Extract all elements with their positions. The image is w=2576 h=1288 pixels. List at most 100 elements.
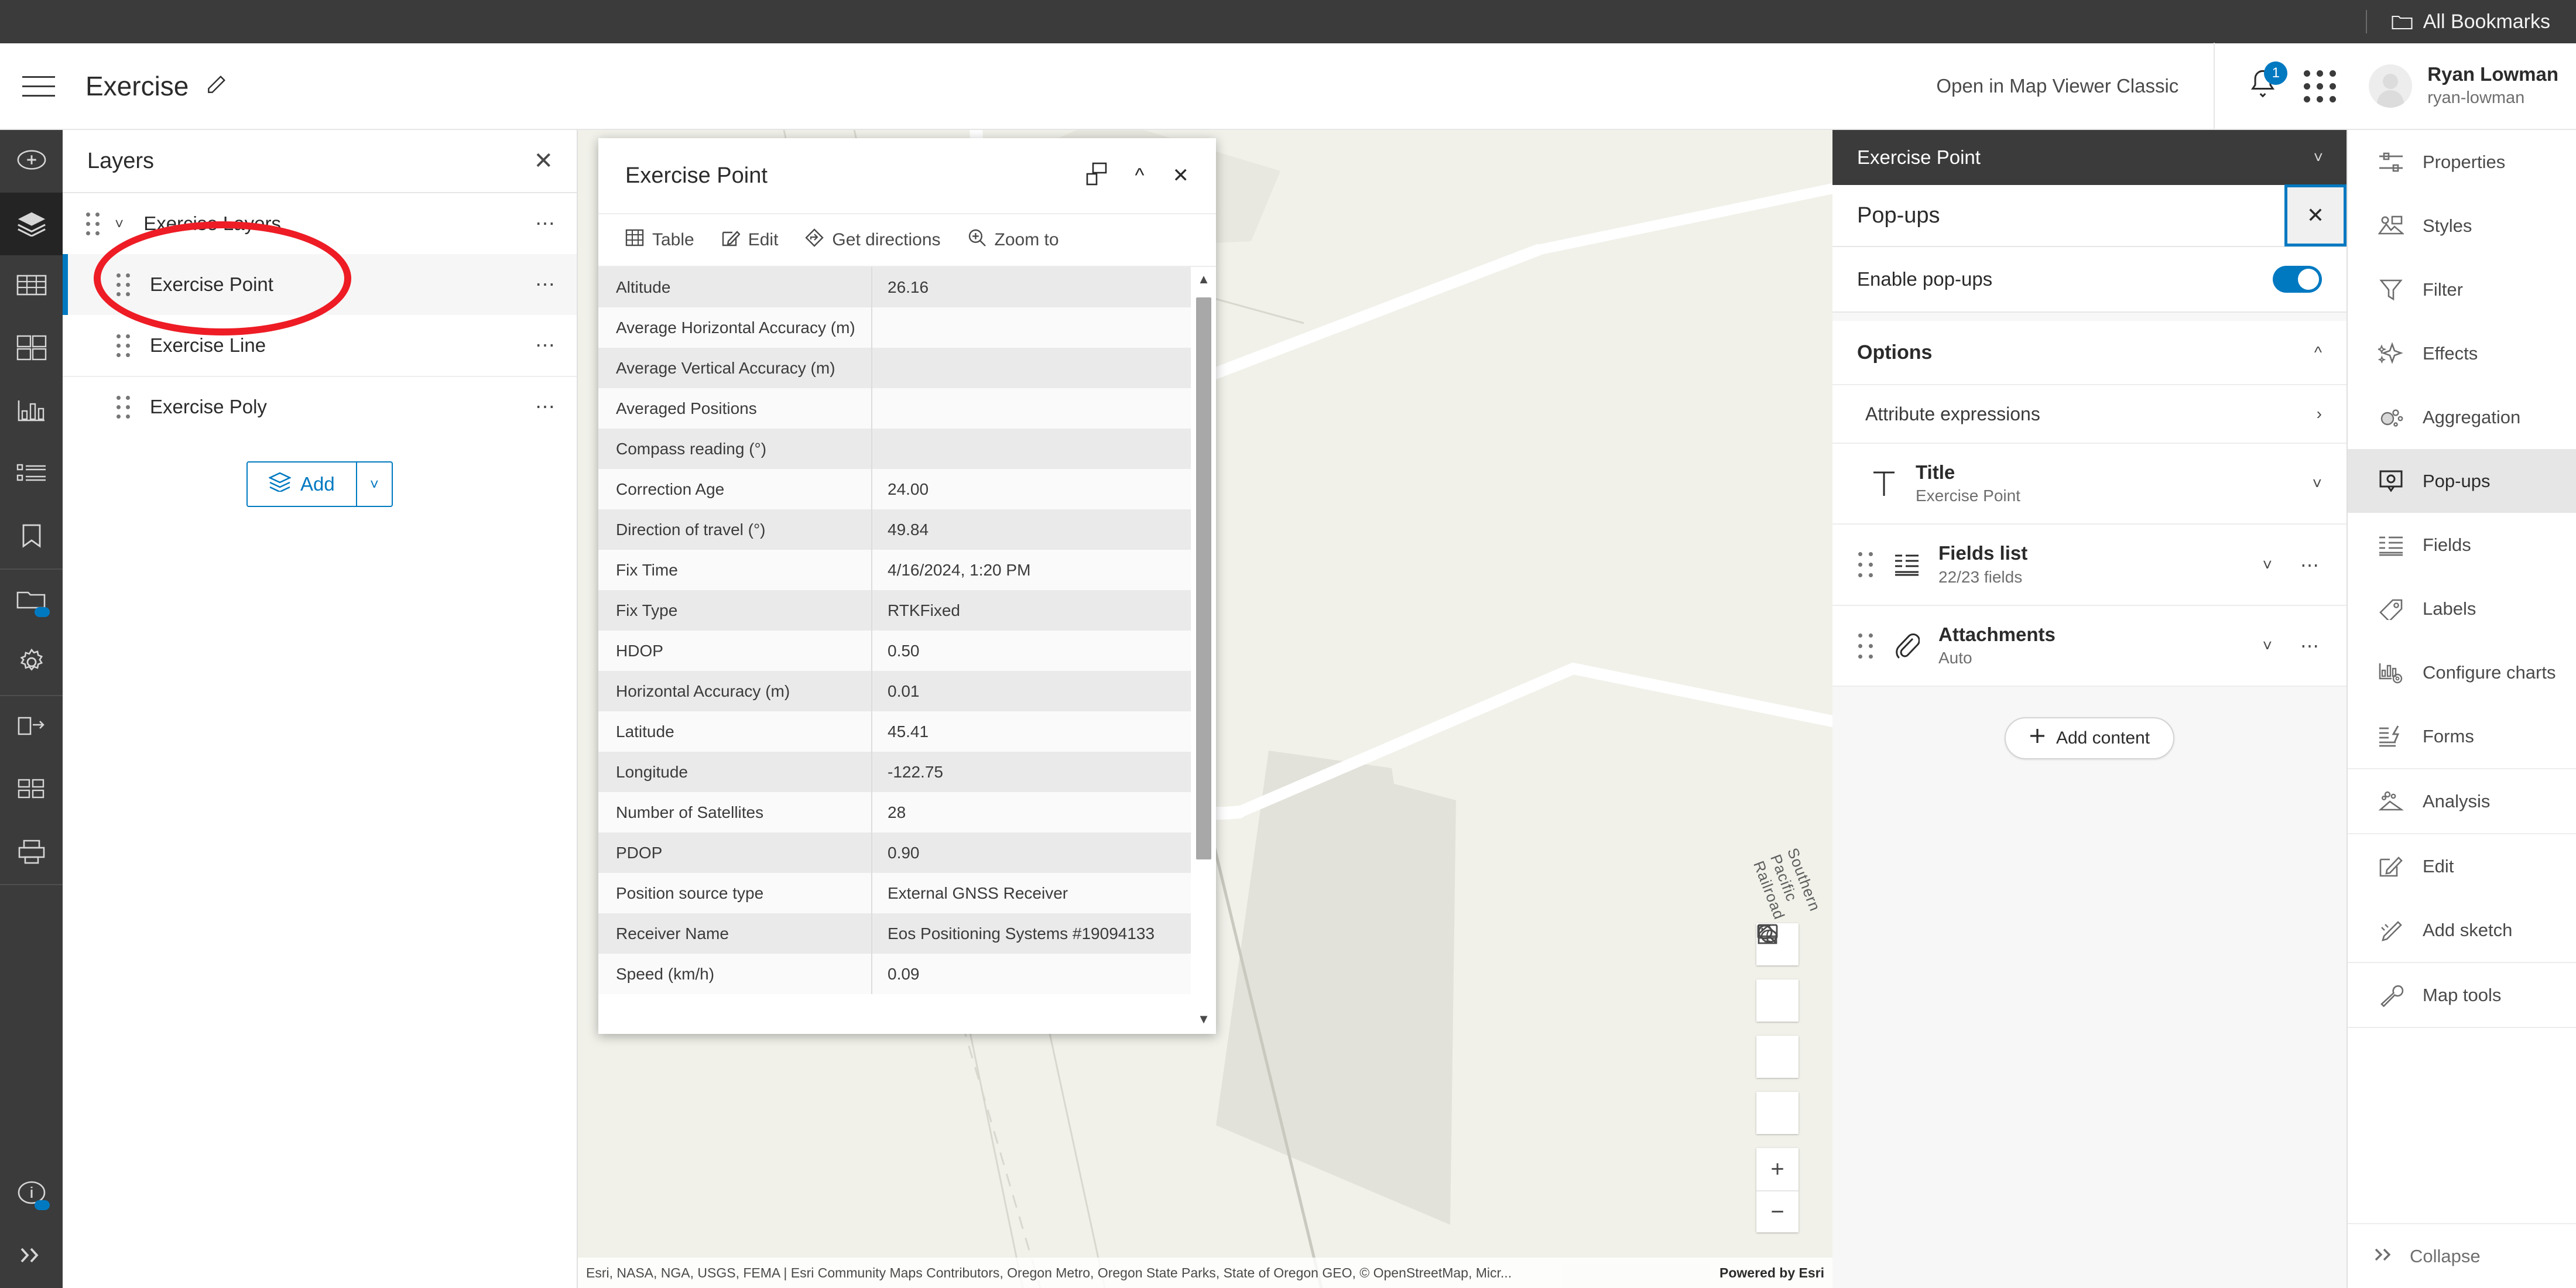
collapse-button[interactable]: Collapse — [2348, 1224, 2576, 1288]
popup-edit-button[interactable]: Edit — [721, 228, 778, 252]
home-button[interactable] — [1756, 925, 1799, 1134]
popup-get-directions-button[interactable]: Get directions — [805, 228, 941, 252]
sidebar-item-exercise-point[interactable]: Exercise Point ⋯ — [63, 254, 577, 315]
menu-item-properties[interactable]: Properties — [2348, 130, 2576, 194]
scrollbar-thumb[interactable] — [1196, 297, 1211, 859]
popup-content-card-title[interactable]: Title Exercise Point ˅ — [1832, 444, 2347, 525]
chevron-up-icon[interactable]: ^ — [1135, 166, 1145, 186]
layer-options-button[interactable]: ⋯ — [535, 397, 558, 417]
open-in-map-viewer-classic-link[interactable]: Open in Map Viewer Classic — [1936, 75, 2214, 97]
rail-item-apps[interactable] — [0, 759, 63, 821]
attribute-expressions-row[interactable]: Attribute expressions › — [1832, 385, 2347, 444]
close-icon[interactable]: ✕ — [1173, 166, 1190, 186]
layer-group-exercise-layers[interactable]: ˅ Exercise Layers ⋯ — [63, 193, 577, 254]
drag-handle-icon[interactable] — [86, 212, 100, 235]
pencil-icon[interactable] — [205, 74, 227, 99]
dock-icon[interactable] — [1086, 162, 1107, 189]
rail-item-add-layer[interactable] — [0, 130, 63, 193]
options-section-header[interactable]: Options ^ — [1832, 321, 2347, 385]
popup-table-button[interactable]: Table — [625, 229, 694, 251]
drag-handle-icon[interactable] — [117, 273, 130, 296]
drag-handle-icon[interactable] — [1858, 552, 1873, 578]
sidebar-item-exercise-line[interactable]: Exercise Line ⋯ — [63, 315, 577, 376]
chevron-down-icon[interactable]: ˅ — [2263, 556, 2272, 574]
menu-item-label: Analysis — [2423, 790, 2491, 811]
menu-item-map-tools[interactable]: Map tools — [2348, 963, 2576, 1027]
chevron-down-icon[interactable]: ˅ — [2314, 148, 2323, 167]
toggle-knob — [2298, 269, 2319, 290]
menu-item-pop-ups[interactable]: Pop-ups — [2348, 449, 2576, 513]
rail-item-charts[interactable] — [0, 381, 63, 443]
menu-item-fields[interactable]: Fields — [2348, 513, 2576, 577]
chevron-right-icon[interactable]: › — [2317, 405, 2322, 423]
rail-item-layers[interactable] — [0, 193, 63, 255]
attribute-value: -122.75 — [871, 752, 1191, 792]
rail-item-basemap[interactable] — [0, 318, 63, 381]
table-row: Averaged Positions — [598, 388, 1191, 429]
popup-zoom-to-button[interactable]: Zoom to — [968, 228, 1059, 252]
notifications-button[interactable]: 1 — [2248, 61, 2288, 104]
attribute-value: 26.16 — [871, 267, 1191, 307]
rail-item-map-properties[interactable] — [0, 632, 63, 695]
card-options-button[interactable]: ⋯ — [2300, 636, 2322, 655]
popup-scrollbar[interactable]: ▲ ▼ — [1191, 267, 1216, 1032]
rail-item-tables[interactable] — [0, 255, 63, 318]
menu-item-analysis[interactable]: Analysis — [2348, 769, 2576, 833]
full-screen-button[interactable] — [1756, 924, 1799, 1078]
chevron-down-icon[interactable]: ˅ — [2313, 474, 2322, 493]
chevron-down-icon[interactable]: ˅ — [115, 215, 124, 233]
popups-panel-title: Pop-ups — [1857, 203, 1940, 228]
menu-item-styles[interactable]: Styles — [2348, 194, 2576, 258]
menu-item-label: Labels — [2423, 598, 2476, 619]
hamburger-icon[interactable] — [22, 67, 61, 105]
menu-item-labels[interactable]: Labels — [2348, 577, 2576, 640]
all-bookmarks-button[interactable]: All Bookmarks — [2392, 11, 2550, 33]
basemap-globe-button[interactable] — [1756, 924, 1799, 1022]
menu-item-effects[interactable]: Effects — [2348, 321, 2576, 385]
rail-item-print[interactable] — [0, 821, 63, 884]
menu-item-configure-charts[interactable]: Configure charts — [2348, 640, 2576, 704]
enable-popups-toggle[interactable] — [2273, 266, 2322, 293]
drag-handle-icon[interactable] — [1858, 633, 1873, 659]
user-info[interactable]: Ryan Lowman ryan-lowman — [2427, 63, 2558, 109]
scroll-down-arrow[interactable]: ▼ — [1191, 1007, 1216, 1032]
close-icon[interactable]: ✕ — [2284, 184, 2347, 246]
menu-item-add-sketch[interactable]: Add sketch — [2348, 898, 2576, 962]
card-text: Attachments Auto — [1938, 622, 2056, 669]
popup-toolbar: Table Edit Get directions Zoom to — [598, 213, 1216, 267]
add-button-caret[interactable]: ˅ — [355, 463, 392, 506]
rail-item-basemap-gallery[interactable] — [0, 570, 63, 632]
rail-item-share[interactable] — [0, 696, 63, 759]
sidebar-item-exercise-poly[interactable]: Exercise Poly ⋯ — [63, 376, 577, 437]
rail-item-bookmarks[interactable] — [0, 506, 63, 568]
add-button[interactable]: Add — [248, 463, 356, 506]
layer-options-button[interactable]: ⋯ — [535, 275, 558, 294]
menu-item-aggregation[interactable]: Aggregation — [2348, 385, 2576, 449]
menu-item-edit[interactable]: Edit — [2348, 834, 2576, 898]
app-grid-icon[interactable] — [2304, 70, 2337, 102]
avatar[interactable] — [2369, 64, 2413, 108]
scroll-up-arrow[interactable]: ▲ — [1191, 267, 1216, 292]
layer-options-button[interactable]: ⋯ — [535, 335, 558, 355]
chevron-down-icon[interactable]: ˅ — [2263, 636, 2272, 655]
rail-item-legend[interactable] — [0, 443, 63, 506]
popups-panel-layer-bar[interactable]: Exercise Point ˅ — [1832, 130, 2347, 185]
zoom-out-button[interactable]: − — [1756, 1190, 1799, 1232]
zoom-in-button[interactable]: + — [1756, 1148, 1799, 1190]
rail-item-info[interactable] — [0, 1163, 63, 1225]
close-icon[interactable]: ✕ — [533, 149, 553, 173]
menu-item-forms[interactable]: Forms — [2348, 704, 2576, 768]
popup-content-card-fields-list[interactable]: Fields list 22/23 fields ˅ ⋯ — [1832, 525, 2347, 606]
header-divider — [2214, 43, 2215, 129]
rail-item-expand[interactable] — [0, 1225, 63, 1288]
attribute-key: Fix Time — [616, 560, 678, 579]
layer-options-button[interactable]: ⋯ — [535, 214, 558, 234]
menu-item-filter[interactable]: Filter — [2348, 258, 2576, 321]
drag-handle-icon[interactable] — [117, 334, 130, 357]
popup-header: Exercise Point ^ ✕ — [598, 138, 1216, 213]
drag-handle-icon[interactable] — [117, 395, 130, 419]
add-content-button[interactable]: Add content — [2004, 717, 2175, 760]
card-options-button[interactable]: ⋯ — [2300, 556, 2322, 574]
chevron-up-icon[interactable]: ^ — [2314, 343, 2322, 362]
popup-content-card-attachments[interactable]: Attachments Auto ˅ ⋯ — [1832, 605, 2347, 687]
